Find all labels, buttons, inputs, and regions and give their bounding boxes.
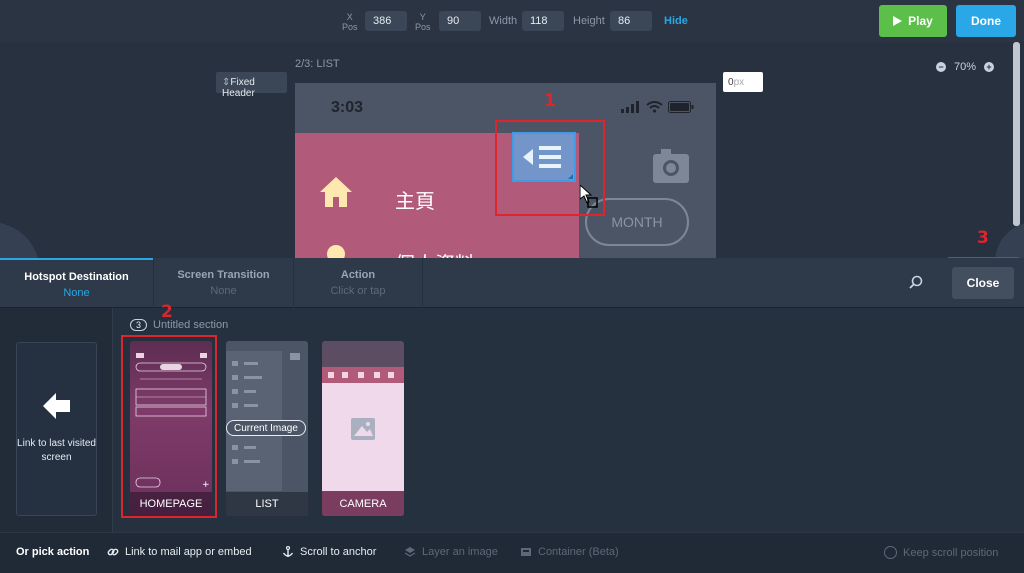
- tab-action[interactable]: Action Click or tap: [294, 258, 422, 308]
- screen-thumbnail-camera[interactable]: CAMERA: [322, 341, 404, 516]
- y-pos-input[interactable]: 90: [439, 11, 481, 31]
- layer-image-action[interactable]: Layer an image: [404, 546, 498, 558]
- search-icon[interactable]: [909, 275, 923, 289]
- camera-preview: [322, 367, 404, 491]
- link-icon: [107, 548, 119, 556]
- link-last-visited-button[interactable]: Link to last visited screen: [16, 342, 97, 516]
- screen-name: LIST: [226, 492, 308, 516]
- pick-action-label: Or pick action: [16, 546, 90, 558]
- y-sub-label: Pos: [415, 22, 431, 32]
- profile-icon: [327, 245, 345, 258]
- tab-subtitle: Click or tap: [330, 285, 386, 297]
- tab-title: Screen Transition: [177, 269, 270, 281]
- tab-divider: [422, 258, 423, 308]
- scroll-anchor-label: Scroll to anchor: [300, 546, 377, 558]
- annotation-box-2: [121, 335, 217, 518]
- annotation-label-2: 2: [161, 302, 173, 322]
- keep-scroll-option[interactable]: Keep scroll position: [884, 546, 998, 559]
- height-label: Height: [573, 15, 605, 27]
- zoom-level: 70%: [954, 61, 977, 73]
- tab-hotspot-destination[interactable]: Hotspot Destination None: [0, 258, 153, 308]
- zoom-control: − 70% +: [936, 61, 995, 73]
- annotation-box-1: [495, 120, 605, 216]
- tab-title: Action: [340, 269, 376, 281]
- screen-title: 2/3: LIST: [295, 58, 340, 70]
- container-label: Container (Beta): [538, 546, 619, 558]
- tab-subtitle: None: [63, 287, 90, 299]
- camera-icon: [653, 149, 689, 183]
- home-icon: [320, 177, 352, 207]
- battery-icon: [668, 101, 694, 113]
- wifi-icon: [646, 101, 663, 113]
- done-button[interactable]: Done: [956, 5, 1016, 37]
- zoom-in-icon[interactable]: +: [984, 62, 995, 72]
- x-pos-label: X Pos: [342, 12, 358, 32]
- menu-home-label: 主頁: [395, 191, 435, 213]
- decorative-circle: [0, 222, 40, 258]
- link-last-visited-label: Link to last visited screen: [17, 438, 96, 463]
- y-pos-label: Y Pos: [415, 12, 431, 32]
- layer-image-label: Layer an image: [422, 546, 498, 558]
- anchor-icon: [282, 546, 294, 557]
- fixed-header-button[interactable]: ⇕Fixed Header: [216, 72, 287, 99]
- link-mail-label: Link to mail app or embed: [125, 546, 252, 558]
- hide-link[interactable]: Hide: [664, 15, 688, 27]
- menu-profile-label: 個人資料: [395, 248, 475, 258]
- play-button[interactable]: Play: [879, 5, 947, 37]
- fixed-header-unit: px: [733, 77, 745, 88]
- link-mail-action[interactable]: Link to mail app or embed: [107, 546, 252, 558]
- zoom-out-icon[interactable]: −: [936, 62, 946, 72]
- vertical-scrollbar[interactable]: [1013, 42, 1020, 226]
- status-icons: [621, 101, 694, 113]
- tab-subtitle: None: [210, 285, 237, 297]
- height-input[interactable]: 86: [610, 11, 652, 31]
- width-input[interactable]: 118: [522, 11, 564, 31]
- keep-scroll-radio[interactable]: [884, 546, 897, 559]
- settings-tabs: Hotspot Destination None Screen Transiti…: [0, 258, 1024, 308]
- annotation-label-1: 1: [544, 91, 556, 111]
- y-label: Y: [419, 12, 426, 22]
- tab-screen-transition[interactable]: Screen Transition None: [154, 258, 293, 308]
- scroll-anchor-action[interactable]: Scroll to anchor: [282, 546, 376, 558]
- screen-name: CAMERA: [322, 492, 404, 516]
- play-icon: [893, 16, 903, 26]
- play-label: Play: [908, 14, 933, 28]
- fixed-header-height-input[interactable]: 0px: [723, 72, 763, 92]
- layers-icon: [404, 547, 416, 557]
- decorative-circle: [995, 222, 1024, 258]
- section-count-badge: 3: [130, 319, 147, 331]
- status-time: 3:03: [331, 99, 364, 116]
- x-label: X: [346, 12, 353, 22]
- keep-scroll-label: Keep scroll position: [903, 546, 999, 559]
- x-pos-input[interactable]: 386: [365, 11, 407, 31]
- width-label: Width: [489, 15, 518, 27]
- signal-icon: [621, 101, 639, 113]
- current-image-badge: Current Image: [226, 420, 306, 436]
- container-icon: [521, 548, 531, 556]
- annotation-label-3: 3: [977, 228, 989, 248]
- top-toolbar: X Pos 386 Y Pos 90 Width 118 Height 86 Hid…: [0, 0, 1024, 42]
- close-button[interactable]: Close: [952, 267, 1014, 299]
- tab-title: Hotspot Destination: [24, 271, 129, 283]
- list-preview: [226, 351, 300, 491]
- container-action[interactable]: Container (Beta): [520, 546, 619, 558]
- x-sub-label: Pos: [342, 22, 358, 32]
- back-arrow-icon: [43, 393, 70, 419]
